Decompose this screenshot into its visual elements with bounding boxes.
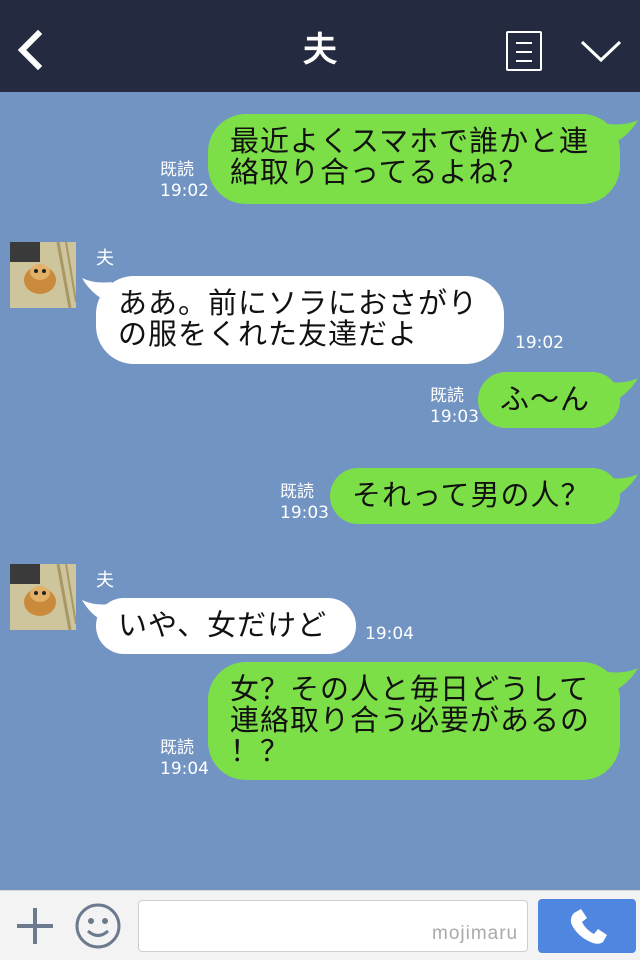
message-time: 19:04 — [365, 624, 414, 644]
collapse-button[interactable] — [578, 34, 624, 68]
chat-title: 夫 — [303, 30, 337, 70]
sender-name: 夫 — [96, 248, 114, 269]
read-receipt: 既読 — [160, 160, 194, 180]
call-button[interactable] — [538, 899, 636, 953]
read-receipt: 既読 — [280, 482, 314, 502]
chevron-down-icon — [580, 40, 622, 63]
message-meta: 既読 19:03 — [280, 482, 329, 524]
bubble-tail — [608, 474, 638, 496]
read-receipt: 既読 — [430, 386, 464, 406]
message-meta: 既読 19:04 — [160, 738, 209, 780]
bubble-tail — [608, 668, 638, 690]
read-receipt: 既読 — [160, 738, 194, 758]
bubble-tail — [608, 120, 638, 142]
avatar-photo — [10, 564, 76, 630]
message-time: 19:03 — [430, 407, 479, 427]
watermark: mojimaru — [432, 923, 519, 944]
message-bubble-sent[interactable]: ふ〜ん — [478, 372, 620, 428]
menu-button[interactable] — [506, 31, 542, 71]
message-meta: 既読 19:02 — [160, 160, 209, 202]
message-bubble-received[interactable]: ああ。前にソラにおさがり の服をくれた友達だよ — [96, 276, 504, 364]
message-bubble-sent[interactable]: 女？その人と毎日どうして 連絡取り合う必要があるの ！？ — [208, 662, 620, 780]
smiley-icon — [75, 903, 121, 949]
add-button[interactable] — [14, 905, 56, 947]
sticker-button[interactable] — [74, 902, 122, 950]
message-time: 19:02 — [160, 181, 209, 201]
avatar[interactable] — [10, 564, 76, 630]
message-time: 19:04 — [160, 759, 209, 779]
input-bar: mojimaru — [0, 890, 640, 960]
phone-icon — [570, 909, 607, 944]
plus-icon — [17, 908, 53, 944]
message-bubble-sent[interactable]: それって男の人？ — [330, 468, 620, 524]
bubble-tail — [608, 378, 638, 400]
message-time: 19:03 — [280, 503, 329, 523]
avatar[interactable] — [10, 242, 76, 308]
message-meta: 既読 19:03 — [430, 386, 479, 428]
chat-header: 夫 — [0, 0, 640, 92]
chat-area: 既読 19:02 最近よくスマホで誰かと連 絡取り合ってるよね？ 夫 ああ。前に… — [0, 92, 640, 890]
message-bubble-sent[interactable]: 最近よくスマホで誰かと連 絡取り合ってるよね？ — [208, 114, 620, 204]
sender-name: 夫 — [96, 570, 114, 591]
avatar-photo — [10, 242, 76, 308]
message-bubble-received[interactable]: いや、女だけど — [96, 598, 356, 654]
message-time: 19:02 — [515, 333, 564, 353]
